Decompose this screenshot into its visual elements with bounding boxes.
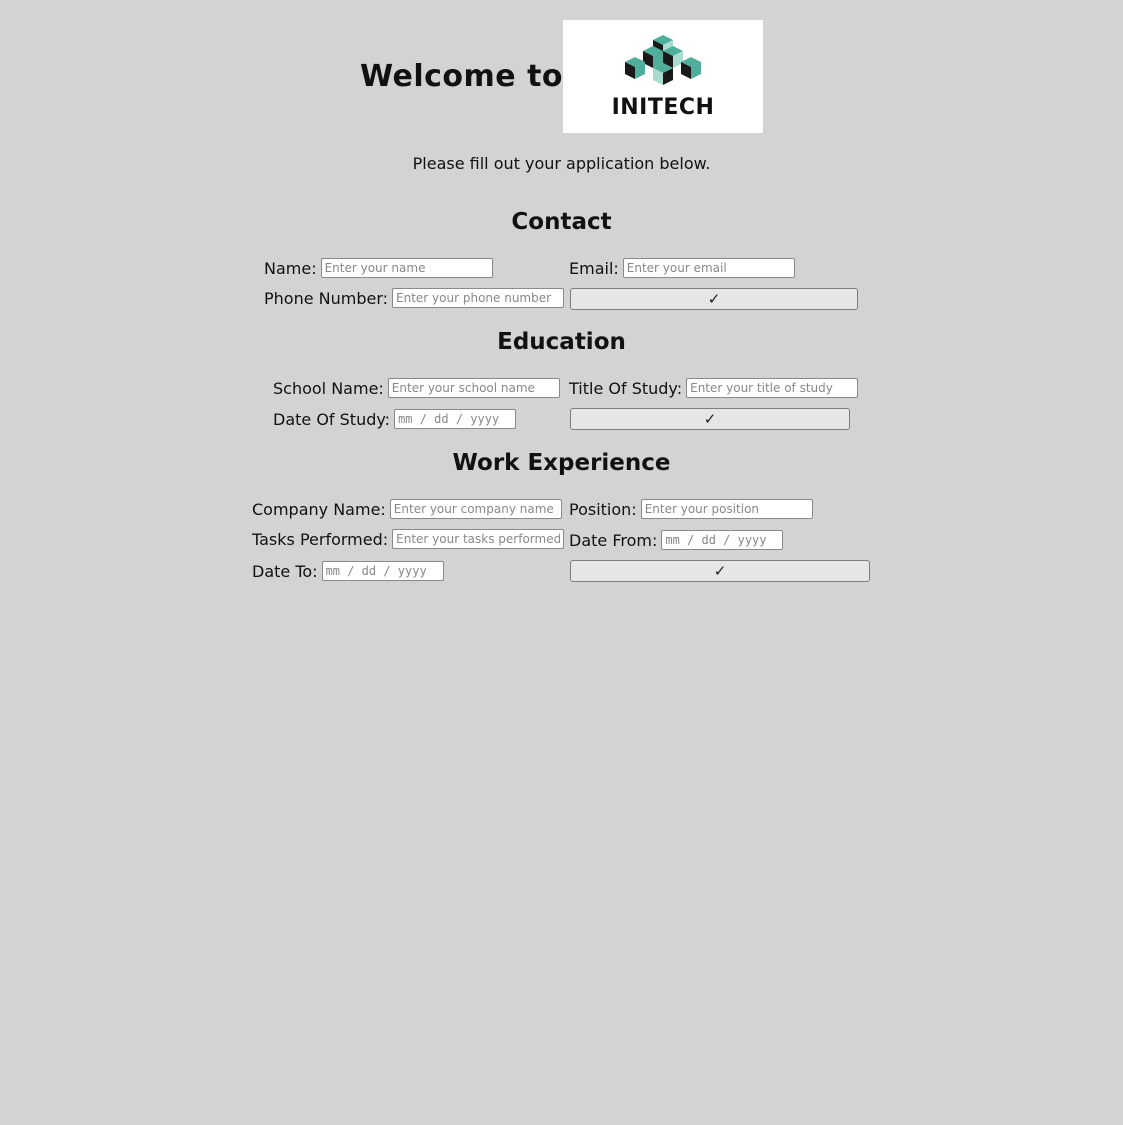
date-from-label: Date From: [569, 530, 658, 550]
work-experience-heading: Work Experience [452, 450, 671, 476]
position-label: Position: [569, 499, 637, 519]
name-input[interactable] [320, 258, 493, 278]
company-field: Company Name: [252, 499, 562, 519]
tasks-input[interactable] [392, 529, 565, 549]
study-date-input[interactable] [394, 409, 517, 429]
checkmark-icon: ✓ [703, 410, 717, 428]
tasks-label: Tasks Performed: [252, 529, 389, 549]
phone-field: Phone Number: [264, 288, 565, 308]
company-label: Company Name: [252, 499, 386, 519]
name-label: Name: [264, 258, 317, 278]
initech-logo: INITECH [563, 20, 764, 133]
study-title-label: Title Of Study: [569, 378, 683, 398]
contact-submit-button[interactable]: ✓ [570, 288, 858, 310]
email-label: Email: [569, 258, 619, 278]
study-title-field: Title Of Study: [569, 378, 859, 398]
checkmark-icon: ✓ [713, 562, 727, 580]
date-to-input[interactable] [321, 561, 444, 581]
logo-cubes-icon [625, 35, 702, 85]
phone-label: Phone Number: [264, 288, 389, 308]
study-date-label: Date Of Study: [273, 409, 391, 429]
study-title-input[interactable] [686, 378, 859, 398]
company-input[interactable] [389, 499, 562, 519]
contact-heading: Contact [511, 209, 612, 235]
phone-input[interactable] [392, 288, 565, 308]
email-input[interactable] [622, 258, 795, 278]
date-from-field: Date From: [569, 530, 784, 550]
date-to-label: Date To: [252, 561, 318, 581]
name-field: Name: [264, 258, 493, 278]
date-from-input[interactable] [661, 530, 784, 550]
school-input[interactable] [387, 378, 560, 398]
welcome-heading: Welcome to [359, 59, 564, 94]
work-submit-button[interactable]: ✓ [570, 560, 870, 582]
logo-wordmark: INITECH [611, 95, 715, 120]
study-date-field: Date Of Study: [273, 409, 517, 429]
school-label: School Name: [273, 378, 384, 398]
intro-text: Please fill out your application below. [412, 154, 711, 173]
checkmark-icon: ✓ [707, 290, 721, 308]
position-field: Position: [569, 499, 813, 519]
education-submit-button[interactable]: ✓ [570, 408, 850, 430]
education-heading: Education [497, 329, 626, 355]
tasks-field: Tasks Performed: [252, 529, 565, 549]
school-field: School Name: [273, 378, 560, 398]
page-header: Welcome to INITECH [0, 20, 1123, 133]
position-input[interactable] [640, 499, 813, 519]
date-to-field: Date To: [252, 561, 444, 581]
email-field: Email: [569, 258, 795, 278]
